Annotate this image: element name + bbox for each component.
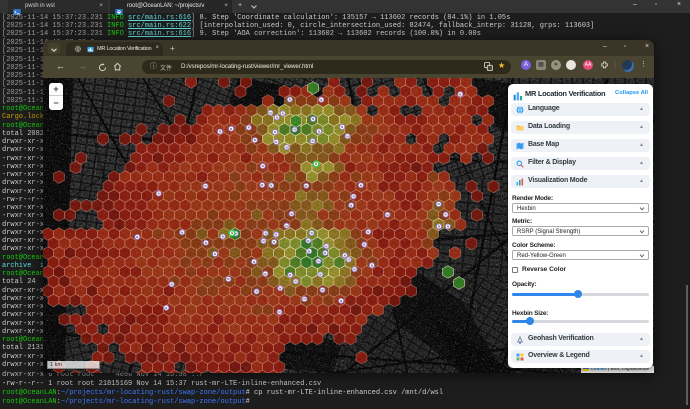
svg-text:N: N [289,273,291,277]
svg-text:N: N [276,116,278,120]
svg-text:N: N [270,184,272,188]
svg-text:N: N [136,235,138,239]
svg-text:N: N [254,138,256,142]
svg-text:N: N [360,183,362,187]
svg-text:N: N [204,184,206,188]
svg-text:N: N [311,231,313,235]
svg-text:N: N [350,203,352,207]
svg-text:N: N [262,164,264,168]
svg-text:N: N [344,253,346,257]
svg-text:N: N [273,240,275,244]
svg-text:N: N [341,125,343,129]
svg-text:N: N [353,195,355,199]
svg-text:N: N [305,184,307,188]
svg-text:N: N [386,213,388,217]
svg-text:N: N [262,239,264,243]
svg-text:N: N [265,231,267,235]
svg-text:N: N [340,299,342,303]
svg-text:N: N [438,202,440,206]
svg-text:N: N [230,127,232,131]
svg-text:N: N [205,241,207,245]
svg-text:N: N [325,244,327,248]
svg-text:N: N [261,183,263,187]
svg-text:N: N [459,92,461,96]
svg-text:S: S [231,231,233,235]
svg-text:N: N [319,273,321,277]
svg-text:N: N [353,267,355,271]
svg-text:N: N [291,212,293,216]
svg-text:N: N [308,249,310,253]
svg-text:N: N [295,280,297,284]
svg-text:N: N [165,306,167,310]
svg-text:N: N [317,259,319,263]
svg-text:N: N [312,117,314,121]
svg-text:N: N [279,286,281,290]
svg-text:N: N [227,277,229,281]
svg-text:N: N [219,130,221,134]
svg-text:N: N [264,272,266,276]
svg-text:N: N [318,129,320,133]
svg-text:N: N [320,98,322,102]
svg-text:N: N [363,243,365,247]
svg-text:N: N [248,126,250,130]
svg-text:S: S [315,162,317,166]
svg-text:N: N [367,230,369,234]
svg-text:N: N [445,213,447,217]
svg-text:N: N [307,239,309,243]
svg-text:N: N [321,288,323,292]
svg-text:N: N [285,224,287,228]
svg-text:N: N [348,258,350,262]
svg-text:N: N [158,192,160,196]
svg-text:N: N [181,230,183,234]
svg-text:N: N [253,260,255,264]
svg-text:N: N [438,225,440,229]
svg-text:N: N [324,251,326,255]
svg-text:N: N [274,130,276,134]
svg-text:N: N [447,225,449,229]
svg-text:N: N [282,112,284,116]
svg-text:N: N [294,128,296,132]
svg-text:N: N [214,252,216,256]
svg-text:N: N [303,297,305,301]
svg-text:N: N [371,263,373,267]
svg-text:N: N [289,98,291,102]
svg-text:N: N [275,140,277,144]
svg-text:N: N [286,145,288,149]
svg-text:N: N [346,134,348,138]
svg-text:N: N [222,235,224,239]
svg-text:N: N [269,111,271,115]
svg-text:N: N [275,233,277,237]
svg-text:N: N [278,310,280,314]
svg-text:N: N [256,290,258,294]
svg-text:N: N [171,282,173,286]
svg-text:N: N [312,139,314,143]
